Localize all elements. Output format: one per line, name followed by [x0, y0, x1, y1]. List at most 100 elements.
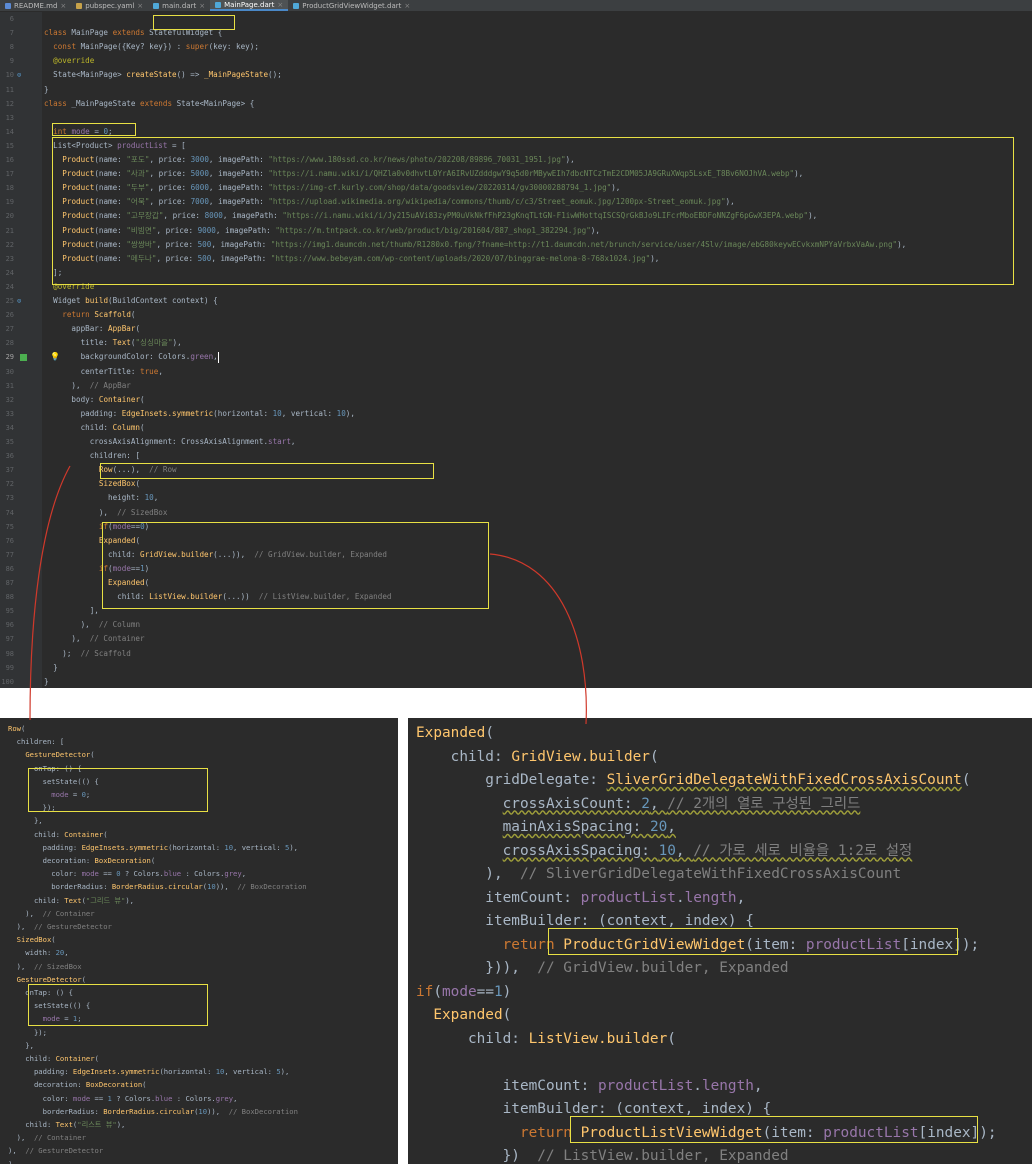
snippet-line: mainAxisSpacing: 20,: [502, 819, 676, 835]
code-text: centerTitle: true,: [44, 366, 163, 376]
row-snippet-panel: Row( children: [ GestureDetector( onTap:…: [0, 718, 398, 1164]
code-line[interactable]: 29 backgroundColor: Colors.green, 💡: [0, 350, 1032, 364]
snippet-line: });: [8, 1027, 47, 1037]
code-line[interactable]: 10 State<MainPage> createState() => _Mai…: [0, 68, 1032, 82]
line-number: 36: [5, 452, 14, 461]
tab-0[interactable]: README.md ×: [0, 0, 71, 11]
snippet-line: padding: EdgeInsets.symmetric(horizontal…: [8, 1067, 290, 1077]
code-line[interactable]: 73 height: 10,: [0, 491, 1032, 505]
code-line[interactable]: 8 const MainPage({Key? key}) : super(key…: [0, 40, 1032, 54]
line-number: 86: [5, 564, 14, 573]
tab-4[interactable]: ProductGridViewWidget.dart ×: [288, 0, 415, 11]
code-line[interactable]: 98 ); // Scaffold: [0, 647, 1032, 661]
line-number: 12: [5, 99, 14, 108]
line-number: 74: [5, 508, 14, 517]
code-text: SizedBox(: [98, 479, 141, 489]
line-number: 88: [5, 593, 14, 602]
snippet-line: ), // GestureDetector: [8, 922, 112, 931]
code-line[interactable]: 97 ), // Container: [0, 632, 1032, 646]
snippet-line: Expanded(: [433, 1007, 512, 1023]
line-number: 11: [5, 85, 14, 94]
code-line[interactable]: 13: [0, 111, 1032, 125]
close-icon[interactable]: ×: [137, 2, 143, 10]
snippet-line: Row(: [8, 724, 26, 733]
snippet-line: itemCount: productList.length,: [416, 1077, 763, 1094]
line-number: 97: [5, 635, 14, 644]
code-line[interactable]: 99 }: [0, 661, 1032, 675]
code-line[interactable]: 9 @override: [0, 54, 1032, 68]
tab-2[interactable]: main.dart ×: [148, 0, 210, 11]
line-number: 15: [5, 141, 14, 150]
line-number: 96: [5, 621, 14, 630]
close-icon[interactable]: ×: [199, 2, 205, 10]
code-line[interactable]: 26 return Scaffold(: [0, 308, 1032, 322]
snippet-line: width: 20,: [8, 948, 69, 958]
tab-1[interactable]: pubspec.yaml ×: [71, 0, 148, 11]
tab-label: ProductGridViewWidget.dart: [302, 1, 402, 10]
code-line[interactable]: 34 child: Column(: [0, 421, 1032, 435]
line-number: 19: [5, 198, 14, 207]
file-icon: [153, 2, 160, 9]
file-icon: [76, 2, 83, 9]
code-text: children: [: [44, 451, 141, 461]
main-code-editor[interactable]: 6 7 class MainPage extends StatefulWidget …: [0, 12, 1032, 688]
line-number: 23: [5, 254, 14, 263]
code-line[interactable]: 33 padding: EdgeInsets.symmetric(horizon…: [0, 407, 1032, 421]
override-gutter-icon[interactable]: ⊙: [17, 294, 21, 308]
code-text: State<MainPage> createState() => _MainPa…: [44, 70, 282, 80]
line-number: 33: [5, 409, 14, 418]
code-line[interactable]: 96 ), // Column: [0, 618, 1032, 632]
code-line[interactable]: 74 ), // SizedBox: [0, 506, 1032, 520]
code-line[interactable]: 25 Widget build(BuildContext context) { ⊙: [0, 294, 1032, 308]
code-line[interactable]: 32 body: Container(: [0, 393, 1032, 407]
code-line[interactable]: 27 appBar: AppBar(: [0, 322, 1032, 336]
override-gutter-icon[interactable]: ⊙: [17, 68, 21, 82]
line-number: 31: [5, 381, 14, 390]
highlight-box: [570, 1116, 978, 1143]
separator: [0, 688, 1032, 718]
line-number: 24: [5, 268, 14, 277]
line-number: 28: [5, 339, 14, 348]
snippet-line: decoration: BoxDecoration(: [8, 1080, 147, 1090]
code-line[interactable]: 72 SizedBox(: [0, 477, 1032, 491]
snippet-line: ), // SizedBox: [8, 961, 82, 971]
line-number: 87: [5, 579, 14, 587]
line-number: 29: [5, 353, 14, 362]
code-text: ); // Scaffold: [44, 648, 131, 658]
snippet-line: child: Container(: [8, 829, 108, 839]
code-line[interactable]: 12 class _MainPageState extends State<Mai…: [0, 97, 1032, 111]
code-text: }: [44, 676, 49, 686]
close-icon[interactable]: ×: [60, 2, 66, 10]
code-text: padding: EdgeInsets.symmetric(horizontal…: [44, 408, 355, 418]
line-number: 77: [5, 550, 14, 559]
code-line[interactable]: 28 title: Text("싱싱마을"),: [0, 336, 1032, 350]
line-number: 24: [5, 282, 14, 291]
close-icon[interactable]: ×: [277, 1, 283, 9]
snippet-line: ), // SliverGridDelegateWithFixedCrossAx…: [416, 866, 902, 882]
line-number: 25: [5, 297, 14, 305]
highlight-box: [52, 137, 1014, 285]
color-swatch-icon[interactable]: [20, 354, 27, 362]
code-text: child: Column(: [44, 422, 145, 432]
code-line[interactable]: 36 children: [: [0, 449, 1032, 463]
snippet-line: child: GridView.builder(: [416, 748, 659, 765]
snippet-line: color: mode == 0 ? Colors.blue : Colors.…: [8, 869, 247, 879]
code-line[interactable]: 11}: [0, 83, 1032, 97]
code-line[interactable]: 31 ), // AppBar: [0, 379, 1032, 393]
code-text: return Scaffold(: [62, 310, 136, 320]
line-number: 10: [5, 71, 14, 80]
line-number: 26: [5, 311, 14, 320]
tab-label: README.md: [14, 1, 58, 10]
tab-3[interactable]: MainPage.dart ×: [210, 0, 289, 11]
code-line[interactable]: 35 crossAxisAlignment: CrossAxisAlignmen…: [0, 435, 1032, 449]
line-number: 72: [5, 480, 14, 489]
highlight-box: [100, 463, 434, 479]
close-icon[interactable]: ×: [404, 2, 410, 10]
lightbulb-icon[interactable]: 💡: [50, 350, 60, 364]
code-line[interactable]: 30 centerTitle: true,: [0, 365, 1032, 379]
code-line[interactable]: 100}: [0, 675, 1032, 689]
code-text: Widget build(BuildContext context) {: [44, 296, 218, 305]
line-number: 95: [5, 607, 14, 616]
line-number: 30: [5, 367, 14, 376]
tab-label: MainPage.dart: [224, 0, 275, 9]
